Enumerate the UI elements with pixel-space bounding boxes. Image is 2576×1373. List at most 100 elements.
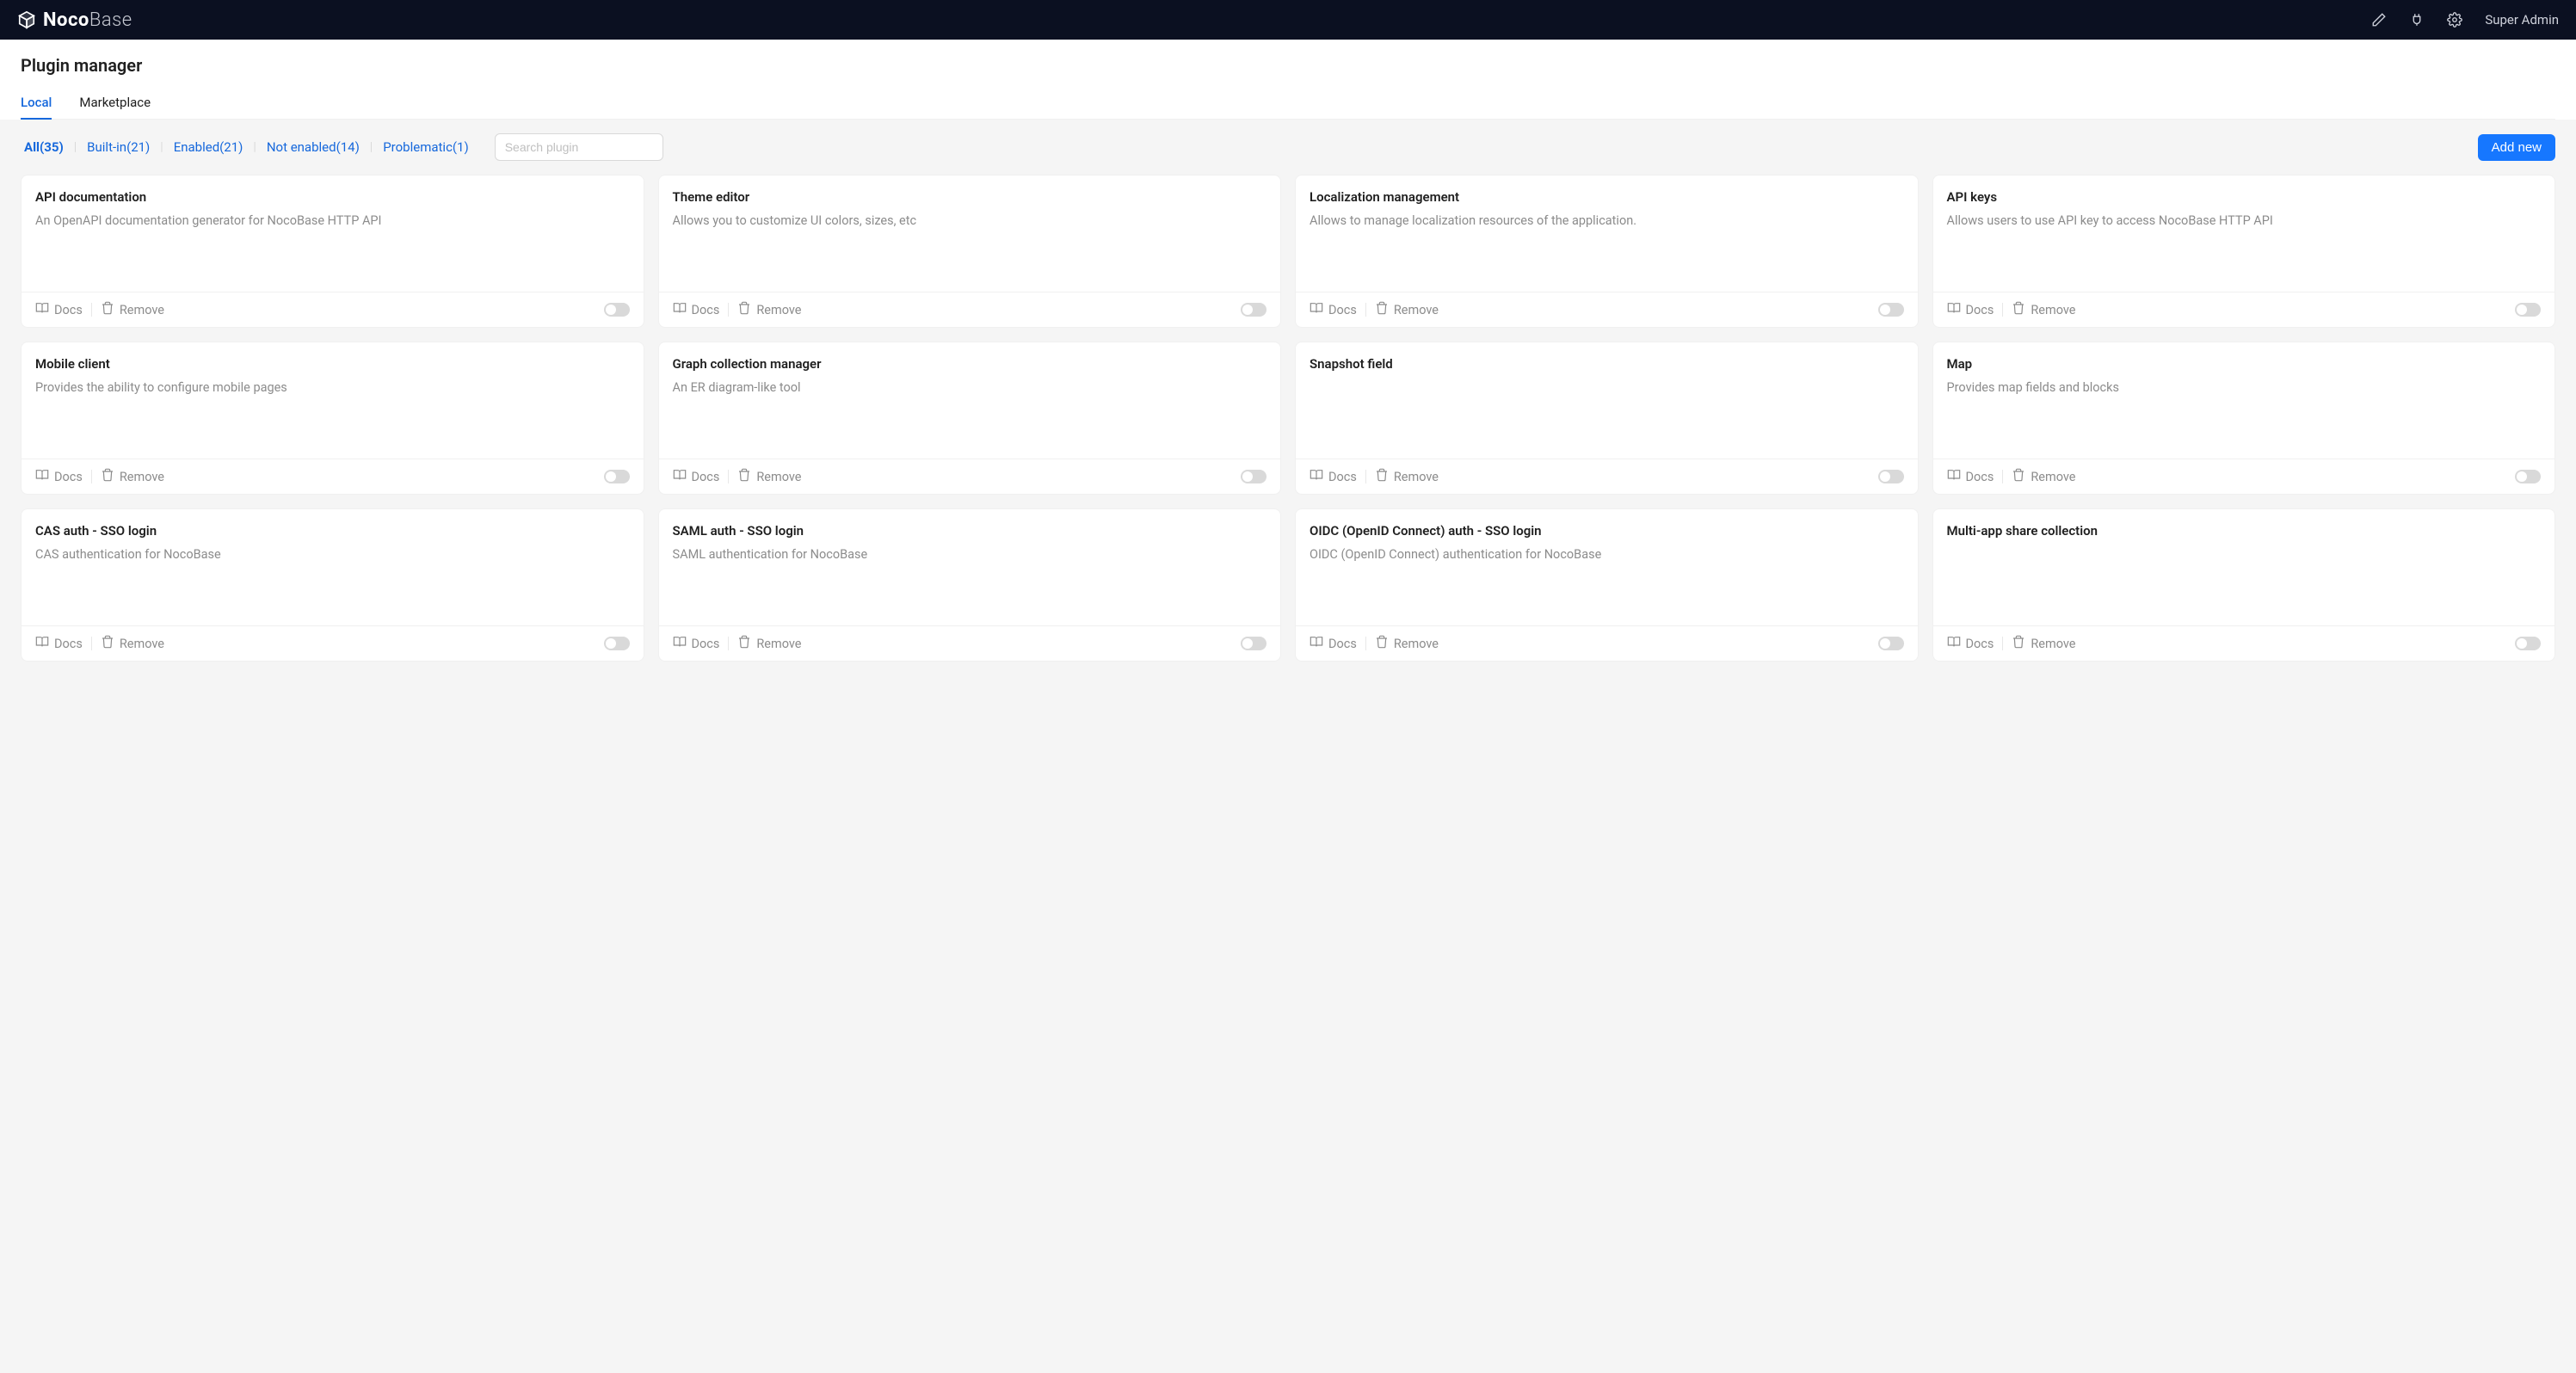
user-menu[interactable]: Super Admin: [2485, 12, 2559, 28]
enable-toggle[interactable]: [1878, 637, 1904, 650]
action-sep: [2002, 637, 2003, 650]
plugin-title: API keys: [1947, 189, 2542, 205]
enable-toggle[interactable]: [2515, 303, 2541, 317]
book-icon: [673, 635, 687, 652]
docs-button[interactable]: Docs: [1310, 468, 1357, 485]
logo-base: Base: [89, 9, 132, 31]
remove-label: Remove: [1394, 303, 1439, 317]
enable-toggle[interactable]: [604, 303, 630, 317]
remove-label: Remove: [1394, 470, 1439, 484]
filter-builtin[interactable]: Built-in(21): [83, 139, 153, 155]
docs-label: Docs: [692, 303, 720, 317]
trash-icon: [1375, 635, 1389, 652]
enable-toggle[interactable]: [1878, 470, 1904, 483]
plugin-desc: Provides map fields and blocks: [1947, 379, 2542, 397]
plugin-desc: Allows users to use API key to access No…: [1947, 212, 2542, 230]
trash-icon: [101, 301, 114, 318]
docs-button[interactable]: Docs: [673, 301, 720, 318]
action-sep: [1365, 303, 1366, 317]
add-new-button[interactable]: Add new: [2478, 134, 2555, 161]
design-icon[interactable]: [2371, 12, 2387, 28]
docs-button[interactable]: Docs: [1310, 635, 1357, 652]
docs-button[interactable]: Docs: [1947, 301, 1994, 318]
plugin-title: Graph collection manager: [673, 356, 1267, 372]
enable-toggle[interactable]: [2515, 470, 2541, 483]
remove-button[interactable]: Remove: [2012, 301, 2075, 318]
enable-toggle[interactable]: [1241, 637, 1266, 650]
enable-toggle[interactable]: [604, 637, 630, 650]
docs-label: Docs: [1966, 303, 1994, 317]
trash-icon: [1375, 301, 1389, 318]
docs-label: Docs: [1328, 470, 1357, 484]
trash-icon: [737, 468, 751, 485]
enable-toggle[interactable]: [2515, 637, 2541, 650]
plugin-card: CAS auth - SSO login CAS authentication …: [21, 508, 644, 662]
book-icon: [673, 301, 687, 318]
filter-sep: |: [253, 140, 256, 154]
remove-button[interactable]: Remove: [101, 468, 164, 485]
action-sep: [1365, 637, 1366, 650]
remove-button[interactable]: Remove: [2012, 468, 2075, 485]
plugin-title: Theme editor: [673, 189, 1267, 205]
docs-button[interactable]: Docs: [673, 468, 720, 485]
docs-label: Docs: [1966, 637, 1994, 651]
docs-button[interactable]: Docs: [1947, 468, 1994, 485]
tab-marketplace[interactable]: Marketplace: [79, 95, 151, 119]
docs-button[interactable]: Docs: [1947, 635, 1994, 652]
plugin-card: Snapshot field Docs Remove: [1295, 342, 1919, 495]
plugin-card: Multi-app share collection Docs Remove: [1932, 508, 2556, 662]
remove-button[interactable]: Remove: [101, 635, 164, 652]
filter-problematic[interactable]: Problematic(1): [379, 139, 472, 155]
action-sep: [1365, 470, 1366, 483]
logo[interactable]: NocoBase: [17, 9, 132, 31]
gear-icon[interactable]: [2447, 12, 2462, 28]
remove-label: Remove: [756, 637, 801, 651]
docs-button[interactable]: Docs: [35, 301, 83, 318]
docs-label: Docs: [692, 637, 720, 651]
enable-toggle[interactable]: [1878, 303, 1904, 317]
plugin-title: Multi-app share collection: [1947, 523, 2542, 539]
docs-button[interactable]: Docs: [673, 635, 720, 652]
plugin-card: Theme editor Allows you to customize UI …: [658, 175, 1282, 328]
docs-label: Docs: [1328, 637, 1357, 651]
enable-toggle[interactable]: [1241, 470, 1266, 483]
docs-button[interactable]: Docs: [35, 635, 83, 652]
enable-toggle[interactable]: [604, 470, 630, 483]
filter-enabled[interactable]: Enabled(21): [170, 139, 247, 155]
filter-not-enabled[interactable]: Not enabled(14): [263, 139, 363, 155]
action-sep: [728, 470, 729, 483]
remove-button[interactable]: Remove: [1375, 468, 1439, 485]
remove-label: Remove: [120, 303, 164, 317]
plugin-icon[interactable]: [2409, 12, 2425, 28]
remove-button[interactable]: Remove: [1375, 301, 1439, 318]
trash-icon: [2012, 635, 2025, 652]
action-sep: [2002, 470, 2003, 483]
plugin-card: OIDC (OpenID Connect) auth - SSO login O…: [1295, 508, 1919, 662]
remove-button[interactable]: Remove: [2012, 635, 2075, 652]
book-icon: [35, 635, 49, 652]
remove-label: Remove: [2031, 637, 2075, 651]
remove-button[interactable]: Remove: [101, 301, 164, 318]
trash-icon: [101, 468, 114, 485]
plugin-card: Graph collection manager An ER diagram-l…: [658, 342, 1282, 495]
filter-all[interactable]: All(35): [21, 139, 67, 155]
plugin-title: Snapshot field: [1310, 356, 1904, 372]
trash-icon: [737, 635, 751, 652]
docs-button[interactable]: Docs: [35, 468, 83, 485]
book-icon: [1947, 468, 1961, 485]
filter-sep: |: [160, 140, 163, 154]
logo-noco: Noco: [43, 9, 89, 31]
enable-toggle[interactable]: [1241, 303, 1266, 317]
docs-label: Docs: [54, 637, 83, 651]
search-input[interactable]: [495, 133, 663, 161]
remove-button[interactable]: Remove: [737, 301, 801, 318]
remove-button[interactable]: Remove: [737, 635, 801, 652]
topbar: NocoBase Super Admin: [0, 0, 2576, 40]
plugin-card: API keys Allows users to use API key to …: [1932, 175, 2556, 328]
book-icon: [35, 301, 49, 318]
remove-label: Remove: [2031, 470, 2075, 484]
remove-button[interactable]: Remove: [737, 468, 801, 485]
remove-button[interactable]: Remove: [1375, 635, 1439, 652]
tab-local[interactable]: Local: [21, 95, 52, 119]
docs-button[interactable]: Docs: [1310, 301, 1357, 318]
